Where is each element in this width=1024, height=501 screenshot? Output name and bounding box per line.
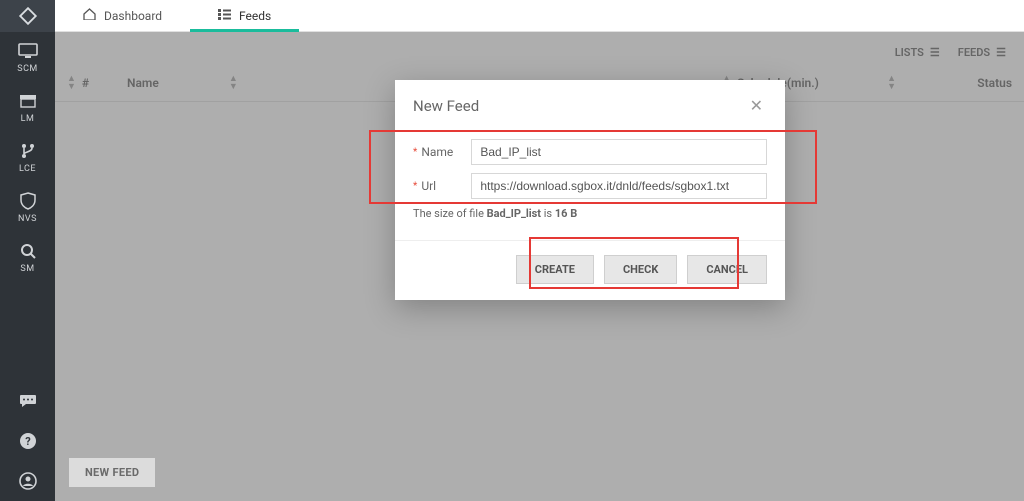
monitor-icon — [18, 42, 38, 60]
modal-title: New Feed — [413, 97, 479, 115]
field-label: Name — [421, 145, 471, 159]
sidebar-help-icon[interactable]: ? — [0, 421, 55, 461]
sidebar-item-sm[interactable]: SM — [0, 232, 55, 282]
required-marker: * — [413, 181, 417, 192]
close-icon: ✕ — [750, 96, 763, 115]
tab-label: Dashboard — [104, 9, 162, 23]
tab-feeds[interactable]: Feeds — [190, 0, 299, 31]
sidebar-item-nvs[interactable]: NVS — [0, 182, 55, 232]
list-icon — [218, 9, 231, 23]
sidebar-item-label: SM — [20, 264, 34, 274]
sidebar-item-label: LM — [21, 114, 35, 124]
sidebar-item-scm[interactable]: SCM — [0, 32, 55, 82]
tab-label: Feeds — [239, 9, 271, 23]
sidebar-item-lce[interactable]: LCE — [0, 132, 55, 182]
form-row-name: * Name — [413, 139, 767, 165]
url-input[interactable] — [471, 173, 767, 199]
form-row-url: * Url — [413, 173, 767, 199]
sidebar-item-label: SCM — [17, 64, 38, 74]
help-icon: ? — [19, 432, 37, 450]
sidebar-item-label: LCE — [19, 164, 36, 174]
top-tabs: Dashboard Feeds — [55, 0, 1024, 32]
home-icon — [83, 8, 96, 23]
left-sidebar: SCM LM LCE NVS SM ? — [0, 0, 55, 501]
tab-dashboard[interactable]: Dashboard — [55, 0, 190, 31]
main-area: Dashboard Feeds LISTS ☰ FEEDS ☰ ▲▼ # Nam… — [55, 0, 1024, 501]
sidebar-user-icon[interactable] — [0, 461, 55, 501]
new-feed-button[interactable]: NEW FEED — [69, 458, 155, 487]
file-size-info: The size of file Bad_IP_list is 16 B — [413, 207, 767, 220]
shield-icon — [18, 192, 38, 210]
check-button[interactable]: CHECK — [604, 255, 677, 284]
logo-diamond-icon — [17, 5, 39, 27]
archive-icon — [18, 92, 38, 110]
sidebar-chat-icon[interactable] — [0, 381, 55, 421]
cancel-button[interactable]: CANCEL — [687, 255, 767, 284]
create-button[interactable]: CREATE — [516, 255, 594, 284]
new-feed-modal: New Feed ✕ * Name * Url The size of file… — [395, 80, 785, 300]
sidebar-item-label: NVS — [18, 214, 37, 224]
app-logo — [0, 0, 55, 32]
svg-text:?: ? — [25, 435, 31, 448]
search-icon — [18, 242, 38, 260]
user-icon — [19, 472, 37, 490]
sidebar-item-lm[interactable]: LM — [0, 82, 55, 132]
info-filename: Bad_IP_list — [487, 207, 541, 220]
chat-bubble-icon — [19, 393, 37, 409]
branch-icon — [18, 142, 38, 160]
name-input[interactable] — [471, 139, 767, 165]
field-label: Url — [421, 179, 471, 193]
modal-close-button[interactable]: ✕ — [746, 94, 767, 117]
required-marker: * — [413, 147, 417, 158]
info-size: 16 B — [555, 207, 577, 220]
